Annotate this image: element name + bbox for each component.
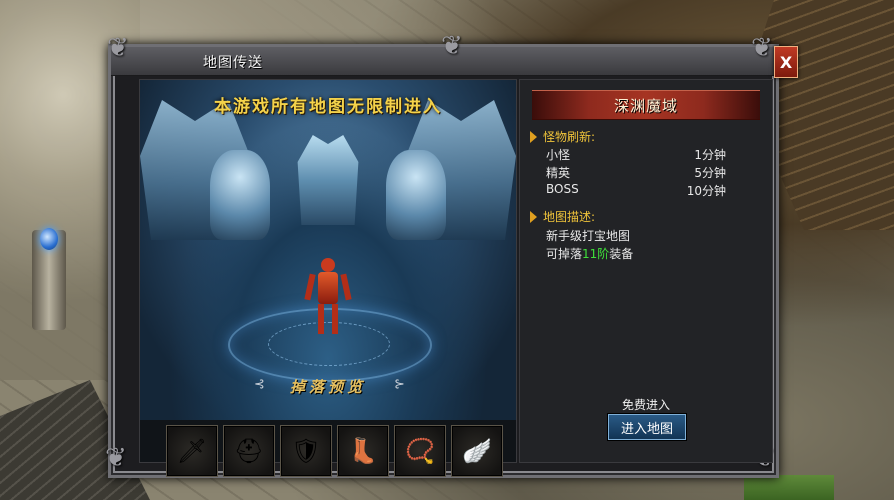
map-description-title: 地图描述: [543,210,596,224]
monster-refresh-section: 怪物刷新: [530,128,595,145]
monster-time: 1分钟 [694,148,726,162]
boots-icon: 👢 [348,437,378,465]
close-icon: X [779,52,793,72]
necklace-icon: 📿 [405,437,435,465]
sword-icon: 🗡 [176,437,208,465]
monster-time: 5分钟 [694,166,726,180]
map-info-panel: 深渊魔域 怪物刷新: 小怪 1分钟 精英 5分钟 BOSS 10分钟 地图描述:… [519,79,773,463]
drop-slot-sword[interactable]: 🗡 [166,425,218,477]
monster-row: 精英 5分钟 [546,164,726,181]
drop-text-prefix: 可掉落 [546,247,583,261]
ice-statue-left [210,150,270,240]
drop-slot-necklace[interactable]: 📿 [394,425,446,477]
drop-text-suffix: 装备 [609,247,634,261]
drop-slot-helmet[interactable]: ⛑ [223,425,275,477]
wings-icon: 🪽 [462,437,492,465]
description-line: 可掉落11阶装备 [546,245,633,262]
drops-preview-title: 掉落预览 [289,378,366,396]
drop-items-row: 🗡 ⛑ 🛡 👢 📿 🪽 [166,425,503,477]
triangle-marker-icon [530,130,537,143]
drop-slot-wings[interactable]: 🪽 [451,425,503,477]
map-name: 深渊魔域 [613,96,678,115]
close-button[interactable]: X [774,46,798,78]
map-preview-panel: 本游戏所有地图无限制进入 ⊰ 掉落预览 ⊱ 🗡 ⛑ 🛡 👢 📿 🪽 [139,79,517,477]
monster-row: BOSS 10分钟 [546,182,726,199]
drop-tier-highlight: 11阶 [582,247,610,261]
map-description-section: 地图描述: [530,208,595,225]
drops-deco-right: ⊱ [394,377,405,392]
triangle-marker-icon [530,210,537,223]
map-banner-text: 本游戏所有地图无限制进入 [214,97,442,117]
dragon-ornament-icon: ❦ [751,33,773,63]
ice-throne [297,135,359,225]
monster-name: 小怪 [546,148,571,162]
drop-slot-boots[interactable]: 👢 [337,425,389,477]
monster-refresh-title: 怪物刷新: [543,130,596,144]
grass-patch [744,475,834,500]
helmet-icon: ⛑ [233,437,265,465]
dragon-ornament-icon: ❦ [105,443,127,473]
dragon-ornament-icon: ❦ [107,33,129,63]
map-scene-image [140,80,516,420]
red-monster-figure [304,258,352,338]
monster-name: BOSS [546,182,579,196]
map-teleport-dialog: 地图传送 ❦ ❦ ❦ ❦ ❦ 本游戏所有地图无限制进入 ⊰ 掉落预览 ⊱ 🗡 ⛑ [105,33,779,478]
dragon-ornament-icon: ❦ [441,31,463,61]
enter-map-button[interactable]: 进入地图 [608,414,686,440]
drop-slot-armor[interactable]: 🛡 [280,425,332,477]
map-name-bar: 深渊魔域 [532,90,760,120]
armor-icon: 🛡 [290,437,322,465]
monster-name: 精英 [546,166,571,180]
monster-time: 10分钟 [686,184,726,198]
description-line: 新手级打宝地图 [546,229,631,243]
blue-gem-lamp [40,228,58,250]
ice-statue-right [386,150,446,240]
free-entry-label: 免费进入 [621,398,670,412]
dialog-title: 地图传送 [203,55,263,71]
monster-row: 小怪 1分钟 [546,146,726,163]
